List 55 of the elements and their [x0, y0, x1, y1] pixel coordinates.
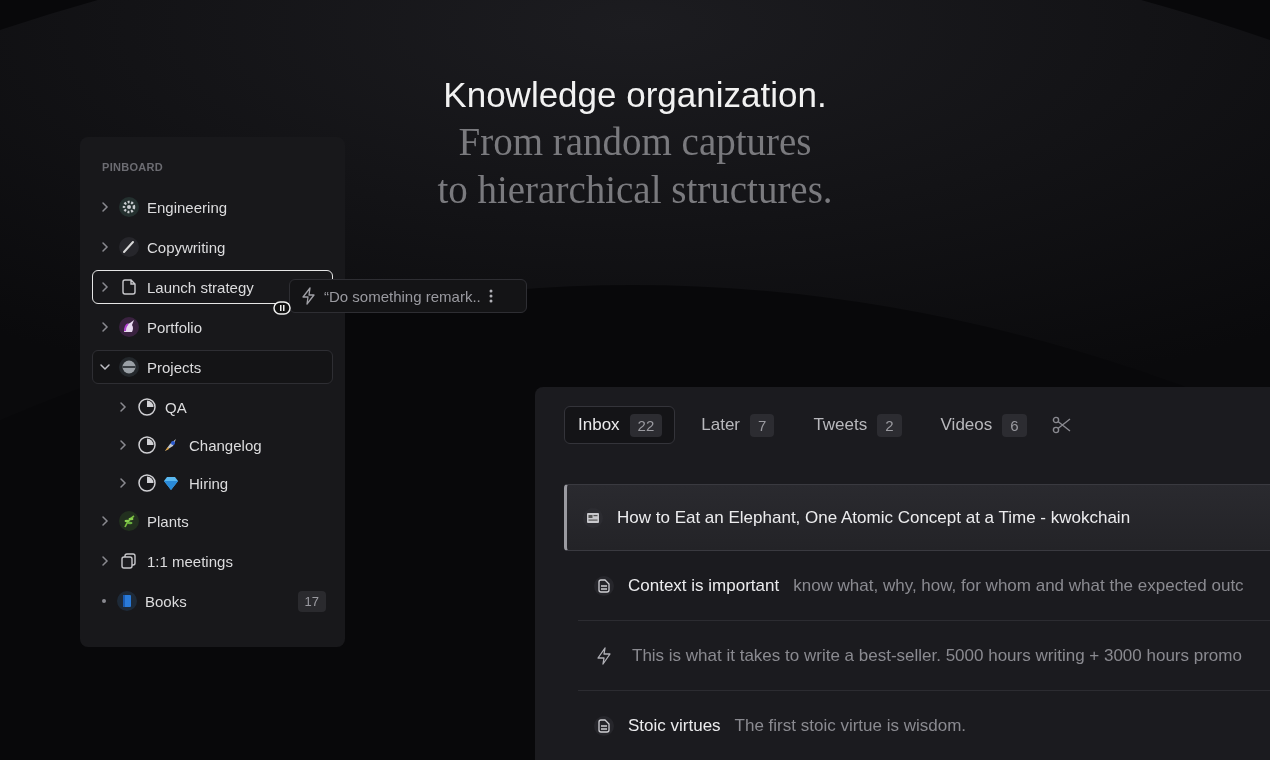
brush-icon [119, 237, 139, 257]
pie-chart-icon [137, 397, 157, 417]
section-heading: PINBOARD [101, 161, 165, 173]
tree-item[interactable]: Portfolio [92, 310, 333, 344]
chevron-icon[interactable] [117, 439, 129, 451]
pie-chart-icon [137, 473, 157, 493]
chevron-icon[interactable] [117, 401, 129, 413]
hero-title: Knowledge organization. [443, 74, 827, 116]
hero-subtitle: From random captures [458, 119, 812, 166]
book-icon [117, 591, 137, 611]
inbox-item[interactable]: Stoic virtues The first stoic virtue is wisdom. [578, 691, 1270, 760]
chevron-icon[interactable] [99, 361, 111, 373]
chevron-icon[interactable] [99, 321, 111, 333]
note-icon [594, 575, 614, 596]
lightning-icon [300, 287, 316, 305]
tree-item[interactable]: Plants [92, 504, 333, 538]
gear-icon [119, 197, 139, 217]
item-count: 17 [297, 590, 326, 612]
tree-item[interactable]: Projects [92, 350, 333, 384]
tab[interactable]: Later 7 [687, 406, 788, 444]
scissors-icon[interactable] [1051, 416, 1072, 434]
page-icon [119, 277, 139, 297]
tab[interactable]: Inbox 22 [564, 406, 676, 444]
pages-icon [119, 551, 139, 571]
chevron-icon[interactable] [99, 515, 111, 527]
note-icon [594, 716, 614, 736]
inbox-item[interactable]: Context is important know what, why, how, for whom and what the expected outc [578, 551, 1270, 621]
hero-subtitle: to hierarchical structures. [437, 167, 833, 213]
tree-item[interactable]: Hiring [92, 466, 333, 500]
chevron-icon[interactable] [99, 555, 111, 567]
item-title: Stoic virtues [628, 716, 721, 736]
tab[interactable]: Tweets 2 [799, 406, 915, 444]
inbox-item[interactable]: How to Eat an Elephant, One Atomic Concept at a Time - kwokchain [564, 484, 1270, 551]
item-title: How to Eat an Elephant, One Atomic Concept at a Time - kwokchain [617, 507, 1131, 528]
pie-chart-icon [137, 435, 157, 455]
chevron-icon[interactable] [99, 241, 111, 253]
tree-item[interactable]: Copywriting [92, 230, 333, 264]
article-icon [583, 507, 603, 528]
chevron-icon[interactable] [117, 477, 129, 489]
tree-item[interactable]: 1:1 meetings [92, 544, 333, 578]
tab[interactable]: Videos 6 [926, 406, 1040, 444]
disc-icon [119, 357, 139, 377]
inbox-item[interactable]: This is what it takes to write a best-seller. 5000 hours writing + 3000 hours promo [578, 621, 1270, 691]
tree-item[interactable]: Books 17 [92, 584, 333, 618]
chevron-icon[interactable] [99, 201, 111, 213]
item-snippet: know what, why, how, for whom and what the expected outc [793, 575, 1244, 596]
item-title: Context is important [628, 575, 780, 596]
item-snippet: This is what it takes to write a best-seller. 5000 hours writing + 3000 hours promo [632, 645, 1242, 666]
tree-item[interactable]: Engineering [92, 190, 333, 224]
tree-item[interactable]: QA [92, 390, 333, 424]
more-icon[interactable] [488, 288, 493, 304]
tree-item[interactable]: Changelog [92, 428, 333, 462]
chevron-icon[interactable] [99, 281, 111, 293]
plant-icon [119, 511, 139, 531]
item-snippet: The first stoic virtue is wisdom. [734, 716, 967, 736]
